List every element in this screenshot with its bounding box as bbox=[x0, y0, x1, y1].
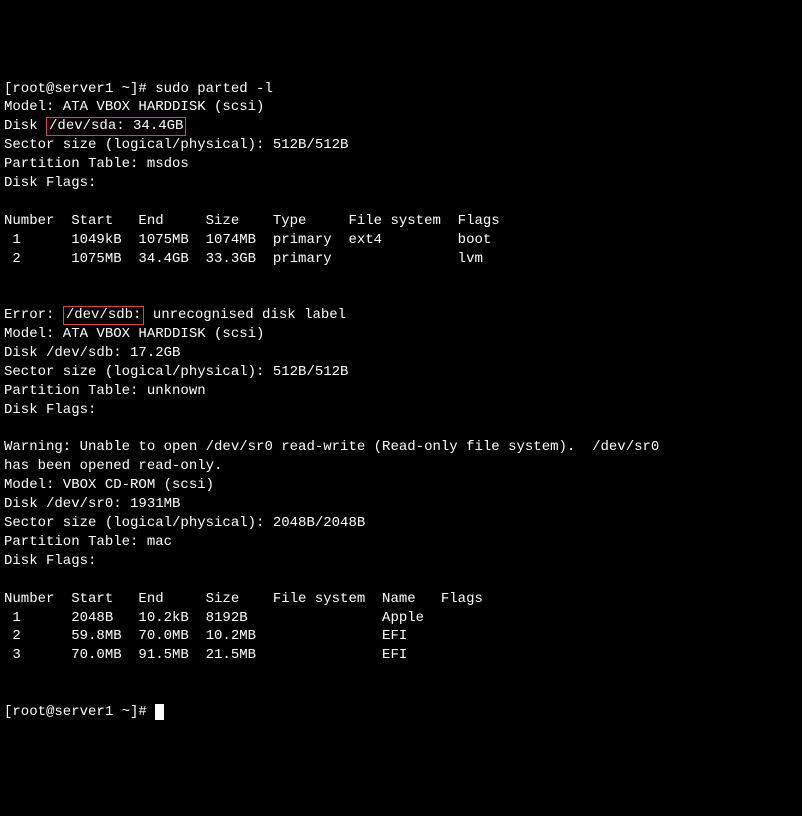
sr0-warning-line2: has been opened read-only. bbox=[4, 458, 222, 474]
sdb-error-post: unrecognised disk label bbox=[144, 307, 346, 323]
sr0-flags: Disk Flags: bbox=[4, 553, 96, 569]
terminal-output: [root@server1 ~]# sudo parted -l Model: … bbox=[4, 80, 798, 722]
sdb-error-pre: Error: bbox=[4, 307, 63, 323]
table-row: 1 2048B 10.2kB 8192B Apple bbox=[4, 610, 424, 626]
sr0-disk: Disk /dev/sr0: 1931MB bbox=[4, 496, 180, 512]
sda-ptable: Partition Table: msdos bbox=[4, 156, 189, 172]
sdb-ptable: Partition Table: unknown bbox=[4, 383, 206, 399]
sdb-flags: Disk Flags: bbox=[4, 402, 96, 418]
shell-prompt: [root@server1 ~]# bbox=[4, 81, 155, 97]
cursor-icon[interactable] bbox=[155, 704, 164, 720]
sda-disk-highlight: /dev/sda: 34.4GB bbox=[46, 117, 186, 136]
sr0-sector: Sector size (logical/physical): 2048B/20… bbox=[4, 515, 365, 531]
sda-sector: Sector size (logical/physical): 512B/512… bbox=[4, 137, 348, 153]
sdb-disk: Disk /dev/sdb: 17.2GB bbox=[4, 345, 180, 361]
sdb-sector: Sector size (logical/physical): 512B/512… bbox=[4, 364, 348, 380]
table-row: 2 59.8MB 70.0MB 10.2MB EFI bbox=[4, 628, 407, 644]
sr0-model: Model: VBOX CD-ROM (scsi) bbox=[4, 477, 214, 493]
command-typed: sudo parted -l bbox=[155, 81, 273, 97]
table-row: 1 1049kB 1075MB 1074MB primary ext4 boot bbox=[4, 232, 491, 248]
sda-flags: Disk Flags: bbox=[4, 175, 96, 191]
table-row: 3 70.0MB 91.5MB 21.5MB EFI bbox=[4, 647, 407, 663]
shell-prompt[interactable]: [root@server1 ~]# bbox=[4, 704, 155, 720]
sr0-ptable: Partition Table: mac bbox=[4, 534, 172, 550]
sda-table-header: Number Start End Size Type File system F… bbox=[4, 213, 500, 229]
sda-model: Model: ATA VBOX HARDDISK (scsi) bbox=[4, 99, 264, 115]
sda-disk-label: Disk bbox=[4, 118, 46, 134]
sdb-model: Model: ATA VBOX HARDDISK (scsi) bbox=[4, 326, 264, 342]
table-row: 2 1075MB 34.4GB 33.3GB primary lvm bbox=[4, 251, 483, 267]
sr0-table-header: Number Start End Size File system Name F… bbox=[4, 591, 483, 607]
sr0-warning-line1: Warning: Unable to open /dev/sr0 read-wr… bbox=[4, 439, 659, 455]
sdb-error-highlight: /dev/sdb: bbox=[63, 306, 145, 325]
